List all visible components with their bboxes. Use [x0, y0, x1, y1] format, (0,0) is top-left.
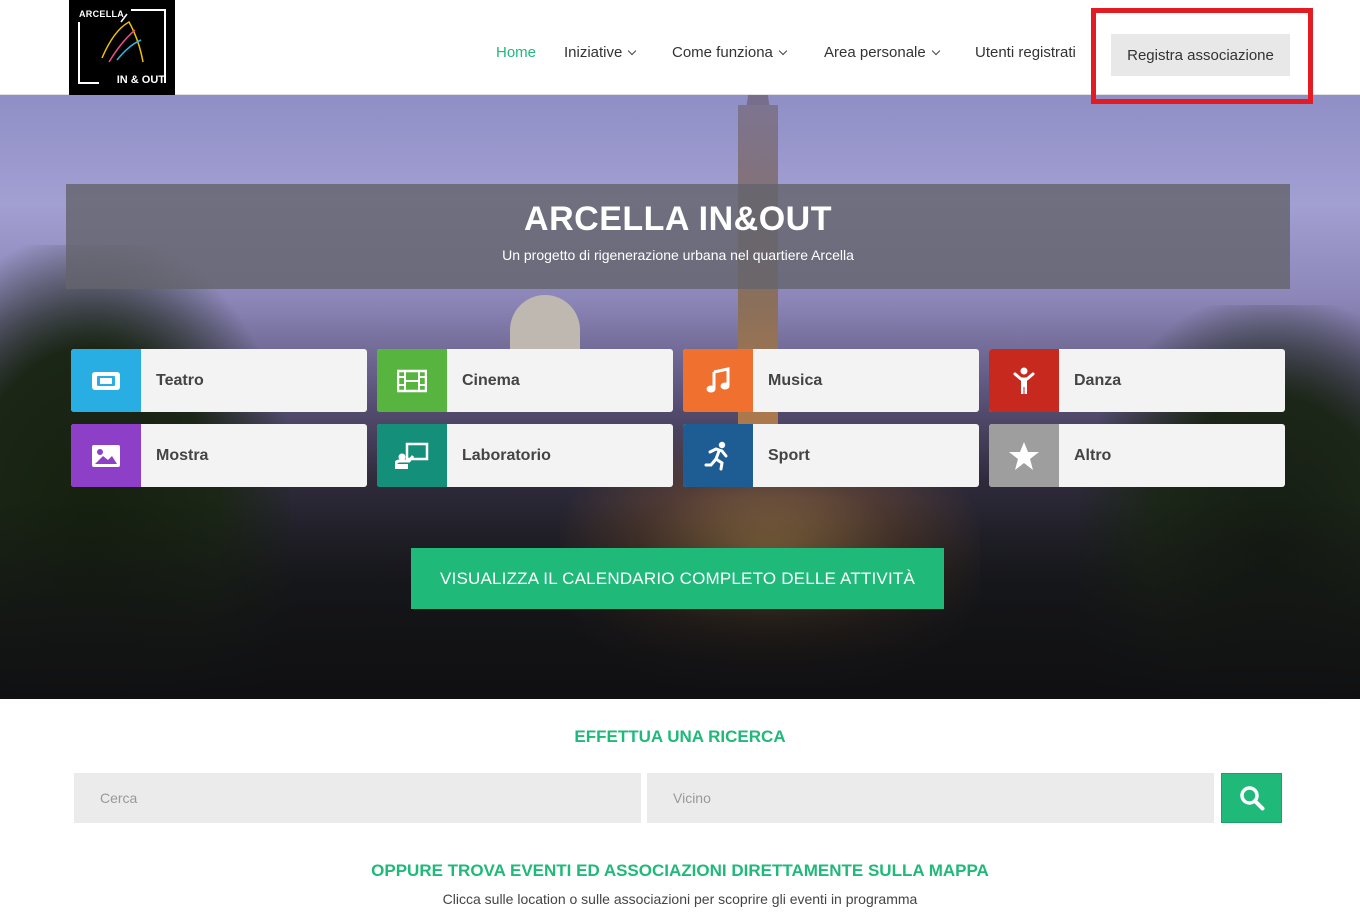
site-logo[interactable]: ARCELLA IN & OUT — [69, 0, 175, 95]
category-musica[interactable]: Musica — [683, 349, 979, 412]
search-button[interactable] — [1221, 773, 1282, 823]
category-laboratorio[interactable]: Laboratorio — [377, 424, 673, 487]
category-sport[interactable]: Sport — [683, 424, 979, 487]
logo-line-2: IN & OUT — [116, 74, 165, 86]
category-label: Danza — [1074, 371, 1122, 389]
dancer-icon — [989, 349, 1059, 412]
register-association-button[interactable]: Registra associazione — [1111, 34, 1290, 76]
logo-line-1: ARCELLA — [79, 9, 125, 19]
runner-icon — [683, 424, 753, 487]
search-section-title: EFFETTUA UNA RICERCA — [574, 727, 786, 746]
category-danza[interactable]: Danza — [989, 349, 1285, 412]
category-label: Cinema — [462, 371, 520, 389]
nav-iniziative[interactable]: Iniziative — [564, 44, 637, 61]
music-note-icon — [683, 349, 753, 412]
church-dome — [510, 295, 580, 350]
category-teatro[interactable]: Teatro — [71, 349, 367, 412]
nav-utenti-registrati-label: Utenti registrati — [975, 44, 1076, 61]
site-header: ARCELLA IN & OUT Home Iniziative Come fu… — [0, 0, 1360, 95]
hero-banner: ARCELLA IN&OUT Un progetto di rigenerazi… — [66, 184, 1290, 289]
location-input[interactable] — [647, 773, 1214, 823]
category-altro[interactable]: Altro — [989, 424, 1285, 487]
hero-section: ARCELLA IN&OUT Un progetto di rigenerazi… — [0, 95, 1360, 699]
nav-home-label: Home — [496, 44, 537, 61]
nav-utenti-registrati[interactable]: Utenti registrati — [975, 44, 1076, 61]
category-label: Musica — [768, 371, 823, 389]
category-label: Sport — [768, 446, 810, 464]
category-label: Mostra — [156, 446, 209, 464]
nav-home[interactable]: Home — [496, 44, 536, 61]
nav-area-personale[interactable]: Area personale — [824, 44, 940, 61]
chevron-down-icon — [628, 46, 637, 56]
category-label: Altro — [1074, 446, 1112, 464]
nav-area-personale-label: Area personale — [824, 44, 926, 61]
category-label: Teatro — [156, 371, 204, 389]
search-icon — [1239, 786, 1264, 811]
category-cinema[interactable]: Cinema — [377, 349, 673, 412]
star-icon — [989, 424, 1059, 487]
nav-iniziative-label: Iniziative — [564, 44, 623, 61]
film-icon — [377, 349, 447, 412]
nav-come-funziona-label: Come funziona — [672, 44, 773, 61]
search-input[interactable] — [74, 773, 641, 823]
hero-subtitle: Un progetto di rigenerazione urbana nel … — [502, 247, 854, 263]
category-label: Laboratorio — [462, 446, 551, 464]
ticket-icon — [71, 349, 141, 412]
category-mostra[interactable]: Mostra — [71, 424, 367, 487]
nav-come-funziona[interactable]: Come funziona — [672, 44, 788, 61]
image-icon — [71, 424, 141, 487]
map-section-subtitle: Clicca sulle location o sulle associazio… — [442, 891, 918, 907]
map-section-title: OPPURE TROVA EVENTI ED ASSOCIAZIONI DIRE… — [371, 861, 989, 880]
presentation-icon — [377, 424, 447, 487]
hero-title: ARCELLA IN&OUT — [524, 200, 832, 238]
chevron-down-icon — [931, 46, 940, 56]
chevron-down-icon — [778, 46, 788, 56]
view-calendar-button[interactable]: VISUALIZZA IL CALENDARIO COMPLETO DELLE … — [411, 548, 944, 609]
